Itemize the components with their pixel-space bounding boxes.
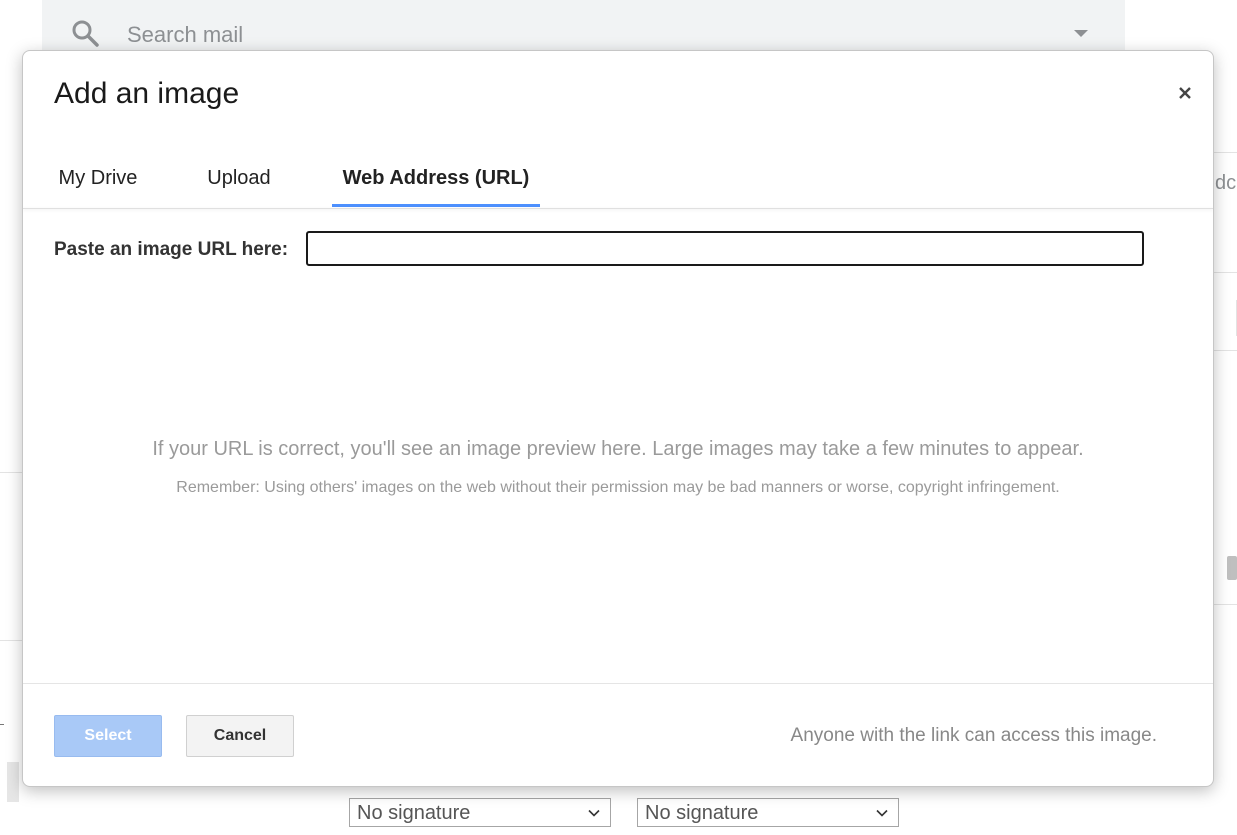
background-text: dc	[1215, 172, 1237, 194]
divider	[1214, 604, 1237, 605]
signature-select-value: No signature	[645, 802, 759, 824]
chevron-down-icon	[876, 809, 888, 817]
preview-message: If your URL is correct, you'll see an im…	[152, 438, 1084, 460]
url-label: Paste an image URL here:	[54, 239, 289, 260]
divider	[1214, 272, 1237, 273]
divider	[0, 472, 22, 473]
search-options-icon[interactable]	[1074, 30, 1088, 37]
signature-select[interactable]: No signature	[637, 798, 899, 827]
divider	[0, 640, 22, 641]
url-input[interactable]	[306, 231, 1144, 266]
cancel-button[interactable]: Cancel	[186, 715, 294, 757]
close-icon	[1179, 87, 1191, 99]
access-note: Anyone with the link can access this ima…	[790, 725, 1157, 746]
dialog-title: Add an image	[54, 77, 240, 110]
divider	[23, 683, 1213, 684]
signature-select[interactable]: No signature	[349, 798, 611, 827]
search-input[interactable]: Search mail	[127, 22, 243, 48]
divider	[23, 208, 1213, 209]
tab-my-drive[interactable]: My Drive	[53, 151, 143, 206]
divider	[0, 724, 4, 725]
preview-note: Remember: Using others' images on the we…	[176, 479, 1060, 496]
background-icon	[1227, 556, 1237, 580]
tab-bar: My Drive Upload Web Address (URL)	[23, 151, 1213, 208]
signature-select-value: No signature	[357, 802, 471, 824]
background-block	[7, 762, 19, 802]
select-button[interactable]: Select	[54, 715, 162, 757]
search-icon[interactable]	[70, 18, 100, 48]
divider	[1214, 350, 1237, 351]
add-image-dialog: Add an image My Drive Upload Web Address…	[22, 50, 1214, 787]
close-button[interactable]	[1173, 81, 1197, 105]
tab-web-address[interactable]: Web Address (URL)	[332, 151, 540, 207]
divider	[1214, 152, 1237, 153]
tab-upload[interactable]: Upload	[199, 151, 279, 206]
chevron-down-icon	[588, 809, 600, 817]
